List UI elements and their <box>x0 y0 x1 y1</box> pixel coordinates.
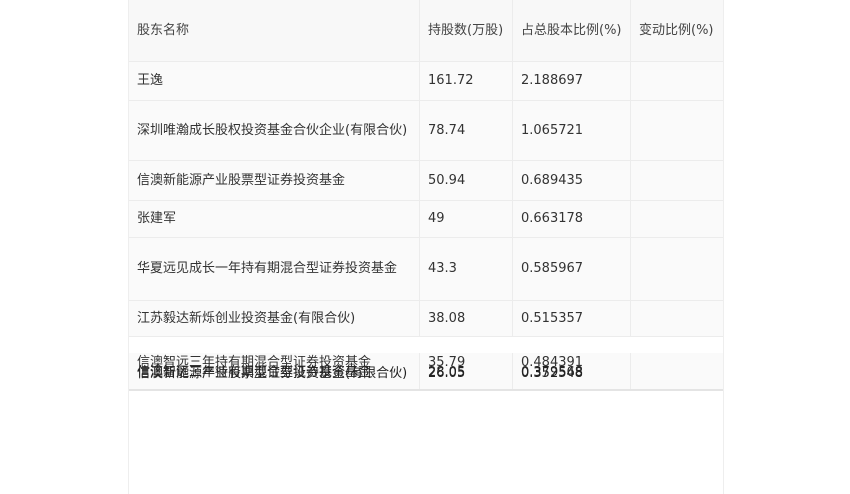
ratio-value: 0.663178 <box>513 201 631 237</box>
shareholder-name: 江苏毅达新烁创业投资基金(有限合伙) <box>129 301 420 336</box>
change-value <box>631 201 723 237</box>
shares-value: 78.74 <box>420 101 513 160</box>
change-value <box>631 301 723 336</box>
shares-value: 49 <box>420 201 513 237</box>
shareholder-name: 信澳新能源产业股票型证券投资基金 <box>129 161 420 200</box>
shareholder-name: 华夏远见成长一年持有期混合型证券投资基金 <box>129 238 420 300</box>
shareholder-name: 深圳唯瀚成长股权投资基金合伙企业(有限合伙) <box>129 101 420 160</box>
table-row: 信澳新能源产业股票型证券投资基金 50.94 0.689435 <box>129 161 723 201</box>
shares-value: 43.3 <box>420 238 513 300</box>
header-shareholder-name: 股东名称 <box>129 0 420 61</box>
table-row: 张建军 49 0.663178 <box>129 201 723 238</box>
shares-value: 38.08 <box>420 301 513 336</box>
header-shares: 持股数(万股) <box>420 0 513 61</box>
change-value <box>631 62 723 100</box>
ratio-value: 0.515357 <box>513 301 631 336</box>
change-value <box>631 238 723 300</box>
change-value <box>631 353 723 389</box>
ratio-value: 1.065721 <box>513 101 631 160</box>
table-row: 深圳唯瀚成长股权投资基金合伙企业(有限合伙) 78.74 1.065721 <box>129 101 723 161</box>
shareholder-name-overlap-b: 信澳新能源产业股票型证券投资基金(有限合伙) <box>137 366 408 381</box>
ratio-value-overlap-b: 0.352548 <box>521 366 584 381</box>
shareholder-name: 信澳智远三年持有期混合型证券投资基金 信澳智远三年持有期混合型证券投资基金 信澳… <box>129 353 420 389</box>
table-row: 华夏远见成长一年持有期混合型证券投资基金 43.3 0.585967 <box>129 238 723 301</box>
header-change: 变动比例(%) <box>639 22 714 38</box>
shares-value: 35.79 28.05 26.05 <box>420 353 513 389</box>
table-header-row: 股东名称 持股数(万股) 占总股本比例(%) 变动比例(%) <box>129 0 723 62</box>
table-row-overlapped: 信澳智远三年持有期混合型证券投资基金 信澳智远三年持有期混合型证券投资基金 信澳… <box>129 353 723 391</box>
ratio-value: 2.188697 <box>513 62 631 100</box>
shareholder-name: 王逸 <box>129 62 420 100</box>
ratio-value: 0.484391 0.379568 0.352548 <box>513 353 631 389</box>
ratio-value: 0.585967 <box>513 238 631 300</box>
shareholder-name: 张建军 <box>129 201 420 237</box>
ratio-value: 0.689435 <box>513 161 631 200</box>
shares-value-overlap-b: 26.05 <box>428 366 466 381</box>
change-value <box>631 161 723 200</box>
shares-value: 161.72 <box>420 62 513 100</box>
table-row: 王逸 161.72 2.188697 <box>129 62 723 101</box>
header-ratio: 占总股本比例(%) <box>513 0 631 61</box>
change-value <box>631 101 723 160</box>
shares-value: 50.94 <box>420 161 513 200</box>
shareholder-table: 股东名称 持股数(万股) 占总股本比例(%) 变动比例(%) 王逸 161.72… <box>128 0 724 494</box>
table-row: 江苏毅达新烁创业投资基金(有限合伙) 38.08 0.515357 <box>129 301 723 337</box>
